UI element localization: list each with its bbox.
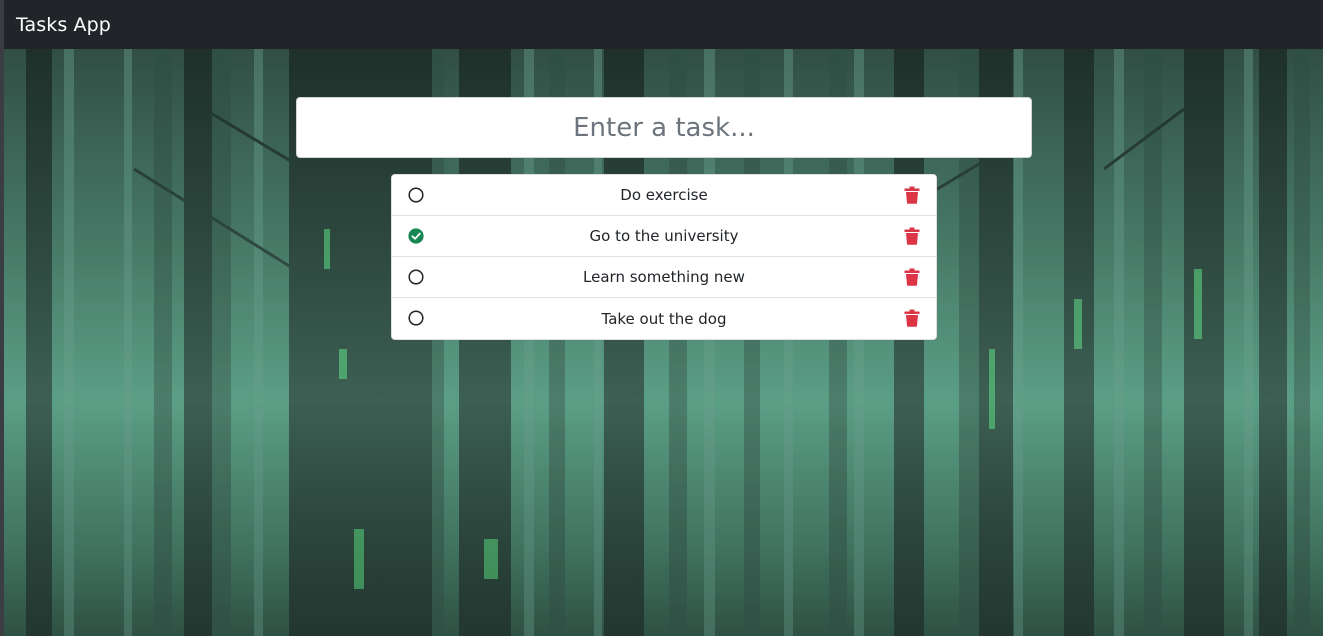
task-text: Do exercise (620, 186, 708, 204)
task-item: Go to the university (392, 216, 936, 257)
trash-icon[interactable] (904, 268, 920, 286)
navbar: Tasks App (4, 0, 1323, 49)
task-list: Do exercise Go to the university Learn s… (391, 174, 937, 340)
check-circle-icon[interactable] (408, 228, 424, 244)
task-text: Go to the university (589, 227, 739, 245)
circle-icon[interactable] (408, 187, 424, 203)
navbar-brand[interactable]: Tasks App (16, 14, 111, 36)
task-text: Learn something new (583, 268, 745, 286)
circle-icon[interactable] (408, 269, 424, 285)
circle-icon[interactable] (408, 310, 424, 326)
task-item: Learn something new (392, 257, 936, 298)
trash-icon[interactable] (904, 186, 920, 204)
task-text: Take out the dog (601, 309, 727, 328)
trash-icon[interactable] (904, 309, 920, 327)
task-item: Do exercise (392, 175, 936, 216)
task-item: Take out the dog (392, 298, 936, 339)
task-input[interactable] (296, 97, 1032, 158)
trash-icon[interactable] (904, 227, 920, 245)
